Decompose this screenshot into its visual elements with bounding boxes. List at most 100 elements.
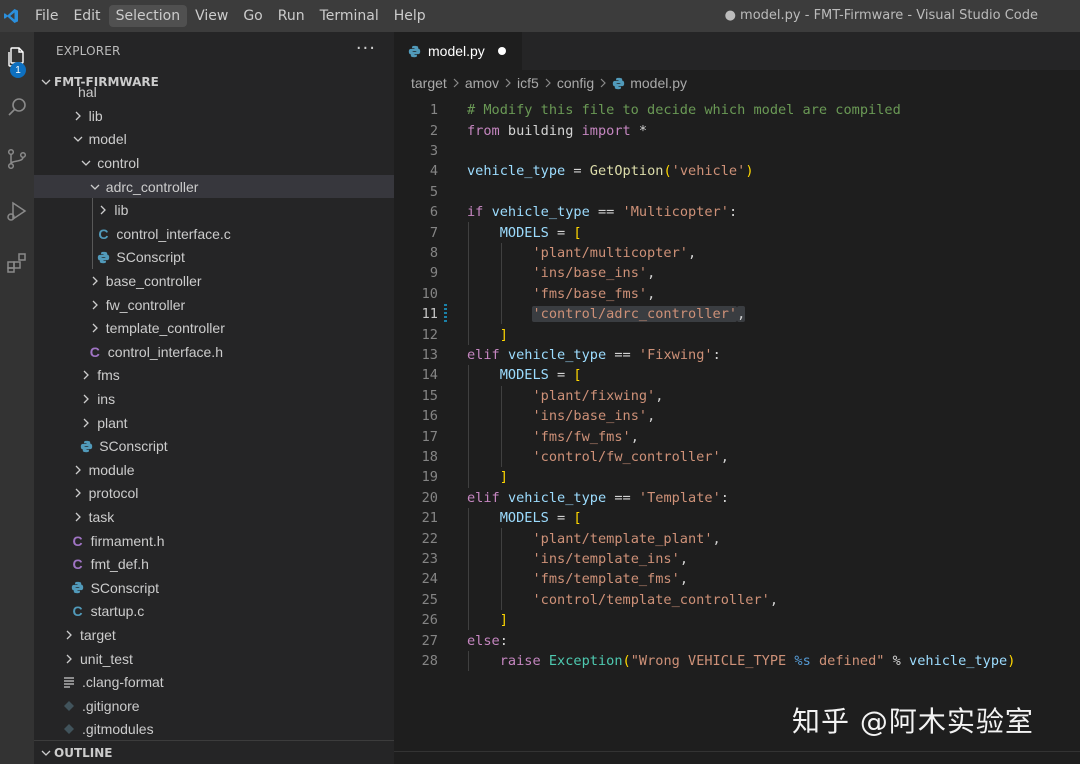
tree-file[interactable]: Ccontrol_interface.c xyxy=(34,222,394,246)
code-line[interactable]: 28 raise Exception("Wrong VEHICLE_TYPE %… xyxy=(394,651,1080,671)
tree-folder[interactable]: unit_test xyxy=(34,647,394,671)
code-line[interactable]: 19 ] xyxy=(394,467,1080,487)
code-token: , xyxy=(737,306,746,323)
code-line[interactable]: 22 'plant/template_plant', xyxy=(394,528,1080,548)
tree-file[interactable]: Cstartup.c xyxy=(34,600,394,624)
tree-folder[interactable]: control xyxy=(34,151,394,175)
code-line[interactable]: 21 MODELS = [ xyxy=(394,508,1080,528)
chevron-right-icon xyxy=(88,321,102,335)
code-line[interactable]: 17 'fms/fw_fms', xyxy=(394,426,1080,446)
search-icon[interactable] xyxy=(0,84,34,130)
tree-file[interactable]: SConscript xyxy=(34,434,394,458)
line-number: 24 xyxy=(421,571,438,588)
code-line[interactable]: 23 'ins/template_ins', xyxy=(394,549,1080,569)
line-number: 1 xyxy=(429,102,438,119)
menu-file[interactable]: File xyxy=(28,5,65,27)
breadcrumb-item[interactable]: amov xyxy=(465,75,499,91)
code-token: ( xyxy=(663,163,672,180)
source-control-icon[interactable] xyxy=(0,136,34,182)
menu-help[interactable]: Help xyxy=(387,5,433,27)
code-line[interactable]: 14 MODELS = [ xyxy=(394,365,1080,385)
menu-view[interactable]: View xyxy=(188,5,235,27)
editor-area: model.py target amov icf5 config model.py 1 #… xyxy=(394,32,1080,764)
indent-guide xyxy=(501,385,502,468)
code-line[interactable]: 24 'fms/template_fms', xyxy=(394,569,1080,589)
breadcrumb-item[interactable]: target xyxy=(411,75,447,91)
code-line[interactable]: 13 elif vehicle_type == 'Fixwing': xyxy=(394,345,1080,365)
breadcrumb-item[interactable]: model.py xyxy=(630,75,687,91)
code-line[interactable]: 25 'control/template_controller', xyxy=(394,590,1080,610)
outline-section-header[interactable]: OUTLINE xyxy=(34,740,394,764)
code-line[interactable]: 2 from building import * xyxy=(394,120,1080,140)
tree-folder[interactable]: lib xyxy=(34,104,394,128)
indent-guide xyxy=(501,242,502,325)
code-line[interactable]: 8 'plant/multicopter', xyxy=(394,243,1080,263)
tree-file[interactable]: .clang-format xyxy=(34,670,394,694)
code-line[interactable]: 27 else: xyxy=(394,630,1080,650)
tree-folder[interactable]: template_controller xyxy=(34,316,394,340)
run-debug-icon[interactable] xyxy=(0,188,34,234)
tree-file[interactable]: SConscript xyxy=(34,576,394,600)
code-token: == xyxy=(606,489,639,506)
tree-file[interactable]: SConscript xyxy=(34,246,394,270)
menu-edit[interactable]: Edit xyxy=(66,5,107,27)
tree-file[interactable]: Cfirmament.h xyxy=(34,529,394,553)
tree-folder[interactable]: task xyxy=(34,505,394,529)
tree-file[interactable]: Cfmt_def.h xyxy=(34,552,394,576)
menu-run[interactable]: Run xyxy=(271,5,312,27)
code-line[interactable]: 5 xyxy=(394,182,1080,202)
code-line[interactable]: 9 'ins/base_ins', xyxy=(394,263,1080,283)
tree-folder[interactable]: fms xyxy=(34,364,394,388)
code-line[interactable]: 7 MODELS = [ xyxy=(394,222,1080,242)
tree-folder[interactable]: adrc_controller xyxy=(34,174,394,199)
more-actions-icon[interactable]: ··· xyxy=(356,38,376,59)
tree-folder[interactable]: protocol xyxy=(34,482,394,506)
tree-folder[interactable]: model xyxy=(34,128,394,152)
tree-item-label: SConscript xyxy=(99,438,168,455)
code-line[interactable]: 10 'fms/base_fms', xyxy=(394,284,1080,304)
tree-item-label: SConscript xyxy=(90,579,160,596)
tree-folder[interactable]: plant xyxy=(34,411,394,435)
breadcrumb-item[interactable]: config xyxy=(557,75,594,91)
tree-item-partial[interactable]: hal xyxy=(34,80,394,104)
code-line[interactable]: 15 'plant/fixwing', xyxy=(394,386,1080,406)
code-line[interactable]: 4 vehicle_type = GetOption('vehicle') xyxy=(394,161,1080,181)
vscode-logo-icon xyxy=(0,5,22,27)
code-line[interactable]: 18 'control/fw_controller', xyxy=(394,447,1080,467)
tree-folder[interactable]: target xyxy=(34,623,394,647)
code-line[interactable]: 12 ] xyxy=(394,324,1080,344)
tree-file[interactable]: .gitmodules xyxy=(34,718,394,742)
code-line[interactable]: 1 # Modify this file to decide which mode… xyxy=(394,100,1080,120)
chevron-right-icon xyxy=(96,203,110,217)
breadcrumb-item[interactable]: icf5 xyxy=(517,75,539,91)
menu-terminal[interactable]: Terminal xyxy=(313,5,386,27)
line-number: 22 xyxy=(421,530,438,547)
tree-folder[interactable]: fw_controller xyxy=(34,293,394,317)
tree-item-label: task xyxy=(88,508,115,525)
code-line[interactable]: 3 xyxy=(394,141,1080,161)
code-line[interactable]: 11 'control/adrc_controller', xyxy=(394,304,1080,324)
unsaved-dot-icon[interactable] xyxy=(498,47,506,55)
code-line[interactable]: 16 'ins/base_ins', xyxy=(394,406,1080,426)
tree-folder[interactable]: lib xyxy=(34,198,394,222)
tree-folder[interactable]: base_controller xyxy=(34,269,394,293)
menu-selection[interactable]: Selection xyxy=(108,5,188,27)
extensions-icon[interactable] xyxy=(0,240,34,286)
tree-folder[interactable]: module xyxy=(34,458,394,482)
menu-go[interactable]: Go xyxy=(236,5,269,27)
code-token: 'fms/template_fms' xyxy=(532,571,680,588)
tree-folder[interactable]: ins xyxy=(34,387,394,411)
explorer-icon[interactable]: 1 xyxy=(0,34,34,80)
tree-file[interactable]: Ccontrol_interface.h xyxy=(34,340,394,364)
tab-model-py[interactable]: model.py xyxy=(394,32,522,70)
code-line[interactable]: 20 elif vehicle_type == 'Template': xyxy=(394,488,1080,508)
code-editor[interactable]: 1 # Modify this file to decide which mode… xyxy=(394,96,1080,736)
code-line[interactable]: 6 if vehicle_type == 'Multicopter': xyxy=(394,202,1080,222)
code-line[interactable]: 26 ] xyxy=(394,610,1080,630)
chevron-right-icon xyxy=(62,652,76,666)
tree-file[interactable]: .gitignore xyxy=(34,694,394,718)
code-token: ] xyxy=(499,326,508,343)
chevron-right-icon xyxy=(88,274,102,288)
